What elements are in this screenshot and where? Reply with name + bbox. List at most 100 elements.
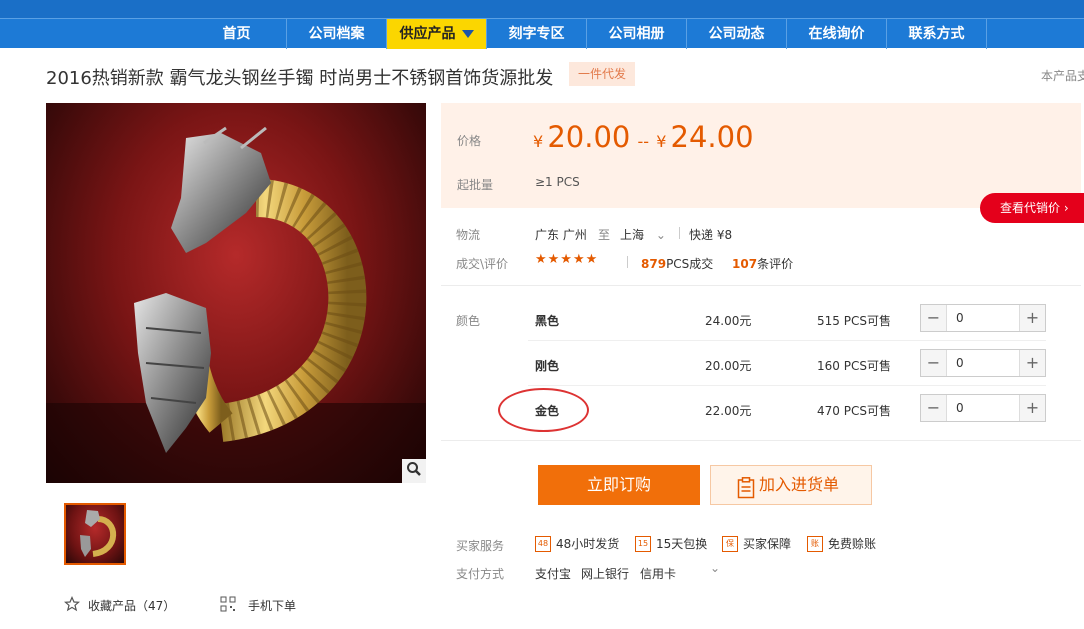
quantity-input[interactable] (948, 305, 1018, 331)
ship-to-select[interactable]: 上海 ⌄ (620, 226, 666, 243)
nav-contact[interactable]: 联系方式 (887, 19, 987, 49)
shipping-fee: 快递 ¥8 (689, 228, 733, 242)
deals-suffix: PCS成交 (666, 257, 714, 271)
dropdown-triangle-icon (461, 30, 474, 38)
nav-products-label: 供应产品 (399, 26, 456, 42)
price-range: ¥ 20.00 -- ¥ 24.00 (533, 120, 754, 154)
buy-now-button[interactable]: 立即订购 (538, 465, 700, 505)
nav-products[interactable]: 供应产品 (387, 19, 487, 49)
add-to-cart-label: 加入进货单 (759, 475, 840, 494)
quantity-stepper: − + (920, 304, 1046, 332)
review-count[interactable]: 107条评价 (732, 255, 793, 272)
moq-value: ≥1 PCS (535, 175, 580, 189)
price-high: 24.00 (670, 120, 754, 154)
product-main-image[interactable] (46, 103, 426, 483)
increment-button[interactable]: + (1019, 395, 1045, 421)
exchange-15d-icon: 15 (635, 535, 651, 552)
quantity-input[interactable] (948, 395, 1018, 421)
product-title: 2016热销新款 霸气龙头钢丝手镯 时尚男士不锈钢首饰货源批发 (46, 68, 554, 89)
variant-stock: 160 PCS可售 (817, 359, 891, 373)
service-text: 48小时发货 (556, 537, 620, 551)
service-text: 买家保障 (743, 537, 792, 551)
shield-icon: 保 (722, 535, 738, 552)
deals-reviews-label: 成交\评价 (456, 257, 509, 271)
divider (627, 256, 628, 268)
main-nav: 首页 公司档案 供应产品 刻字专区 公司相册 公司动态 在线询价 联系方式 (0, 18, 1084, 49)
dropship-tag: 一件代发 (569, 62, 636, 86)
payment-alipay: 支付宝 (535, 567, 572, 581)
view-agent-price-button[interactable]: 查看代销价 › (980, 193, 1084, 223)
shipping-48h-icon: 48 (535, 535, 551, 552)
nav-news[interactable]: 公司动态 (687, 19, 787, 49)
deals-count: 879PCS成交 (641, 255, 713, 272)
nav-company-profile[interactable]: 公司档案 (287, 19, 387, 49)
chevron-right-icon: › (1063, 201, 1069, 215)
mobile-order[interactable]: 手机下单 (220, 596, 296, 615)
section-divider (441, 440, 1081, 441)
nav-home[interactable]: 首页 (187, 19, 287, 49)
review-number: 107 (732, 257, 758, 271)
variant-name: 黑色 (535, 314, 560, 328)
ship-to-value: 上海 (620, 228, 645, 242)
ship-from: 广东 广州 (535, 228, 587, 242)
nav-inquiry[interactable]: 在线询价 (787, 19, 887, 49)
quantity-stepper: − + (920, 349, 1046, 377)
buyer-services-label: 买家服务 (456, 539, 505, 553)
rating-stars-icon: ★★★★★ (535, 252, 599, 267)
bracelet-illustration (46, 126, 426, 483)
nav-album[interactable]: 公司相册 (587, 19, 687, 49)
decrement-button[interactable]: − (921, 395, 947, 421)
section-divider (441, 285, 1081, 286)
clipboard-icon (737, 475, 755, 513)
increment-button[interactable]: + (1019, 305, 1045, 331)
decrement-button[interactable]: − (921, 350, 947, 376)
row-divider (528, 340, 1046, 341)
ship-to-word: 至 (598, 228, 611, 242)
payment-label: 支付方式 (456, 567, 505, 581)
nav-engraving[interactable]: 刻字专区 (487, 19, 587, 49)
top-strip (0, 0, 1084, 18)
thumbnail-illustration (80, 510, 117, 557)
chevron-down-icon[interactable]: ⌄ (710, 561, 720, 575)
color-label: 颜色 (456, 314, 481, 328)
service-48h: 48 48小时发货 (535, 535, 619, 552)
currency-symbol: ¥ (533, 132, 544, 151)
variant-name: 刚色 (535, 359, 560, 373)
price-panel (441, 103, 1081, 208)
price-label: 价格 (457, 134, 482, 148)
variant-price: 20.00元 (705, 359, 752, 373)
variant-price: 24.00元 (705, 314, 752, 328)
favorite-label: 收藏产品（47） (88, 599, 176, 613)
deals-number: 879 (641, 257, 667, 271)
qr-code-icon (220, 596, 236, 615)
logistics-label: 物流 (456, 228, 481, 242)
quantity-input[interactable] (948, 350, 1018, 376)
review-suffix: 条评价 (757, 257, 794, 271)
credit-icon: 账 (807, 535, 823, 552)
price-low: 20.00 (547, 120, 631, 154)
variant-price: 22.00元 (705, 404, 752, 418)
variant-stock: 515 PCS可售 (817, 314, 891, 328)
service-text: 15天包换 (656, 537, 708, 551)
favorite-product[interactable]: 收藏产品（47） (63, 596, 176, 615)
payment-credit-card: 信用卡 (640, 567, 677, 581)
divider (679, 227, 680, 239)
service-15d: 15 15天包换 (635, 535, 707, 552)
price-separator: -- (637, 132, 650, 151)
magnifier-icon (406, 461, 422, 481)
currency-symbol: ¥ (656, 132, 667, 151)
product-thumbnail[interactable] (64, 503, 126, 565)
mobile-order-label: 手机下单 (248, 599, 297, 613)
service-text: 免费赊账 (828, 537, 877, 551)
service-protection: 保买家保障 (722, 535, 791, 552)
decrement-button[interactable]: − (921, 305, 947, 331)
moq-label: 起批量 (457, 178, 494, 192)
increment-button[interactable]: + (1019, 350, 1045, 376)
add-to-cart-button[interactable]: 加入进货单 (710, 465, 872, 505)
chevron-down-icon: ⌄ (655, 228, 666, 242)
row-divider (528, 385, 1046, 386)
variant-stock: 470 PCS可售 (817, 404, 891, 418)
quantity-stepper: − + (920, 394, 1046, 422)
zoom-button[interactable] (402, 459, 426, 483)
right-note: 本产品支 (1041, 69, 1084, 83)
